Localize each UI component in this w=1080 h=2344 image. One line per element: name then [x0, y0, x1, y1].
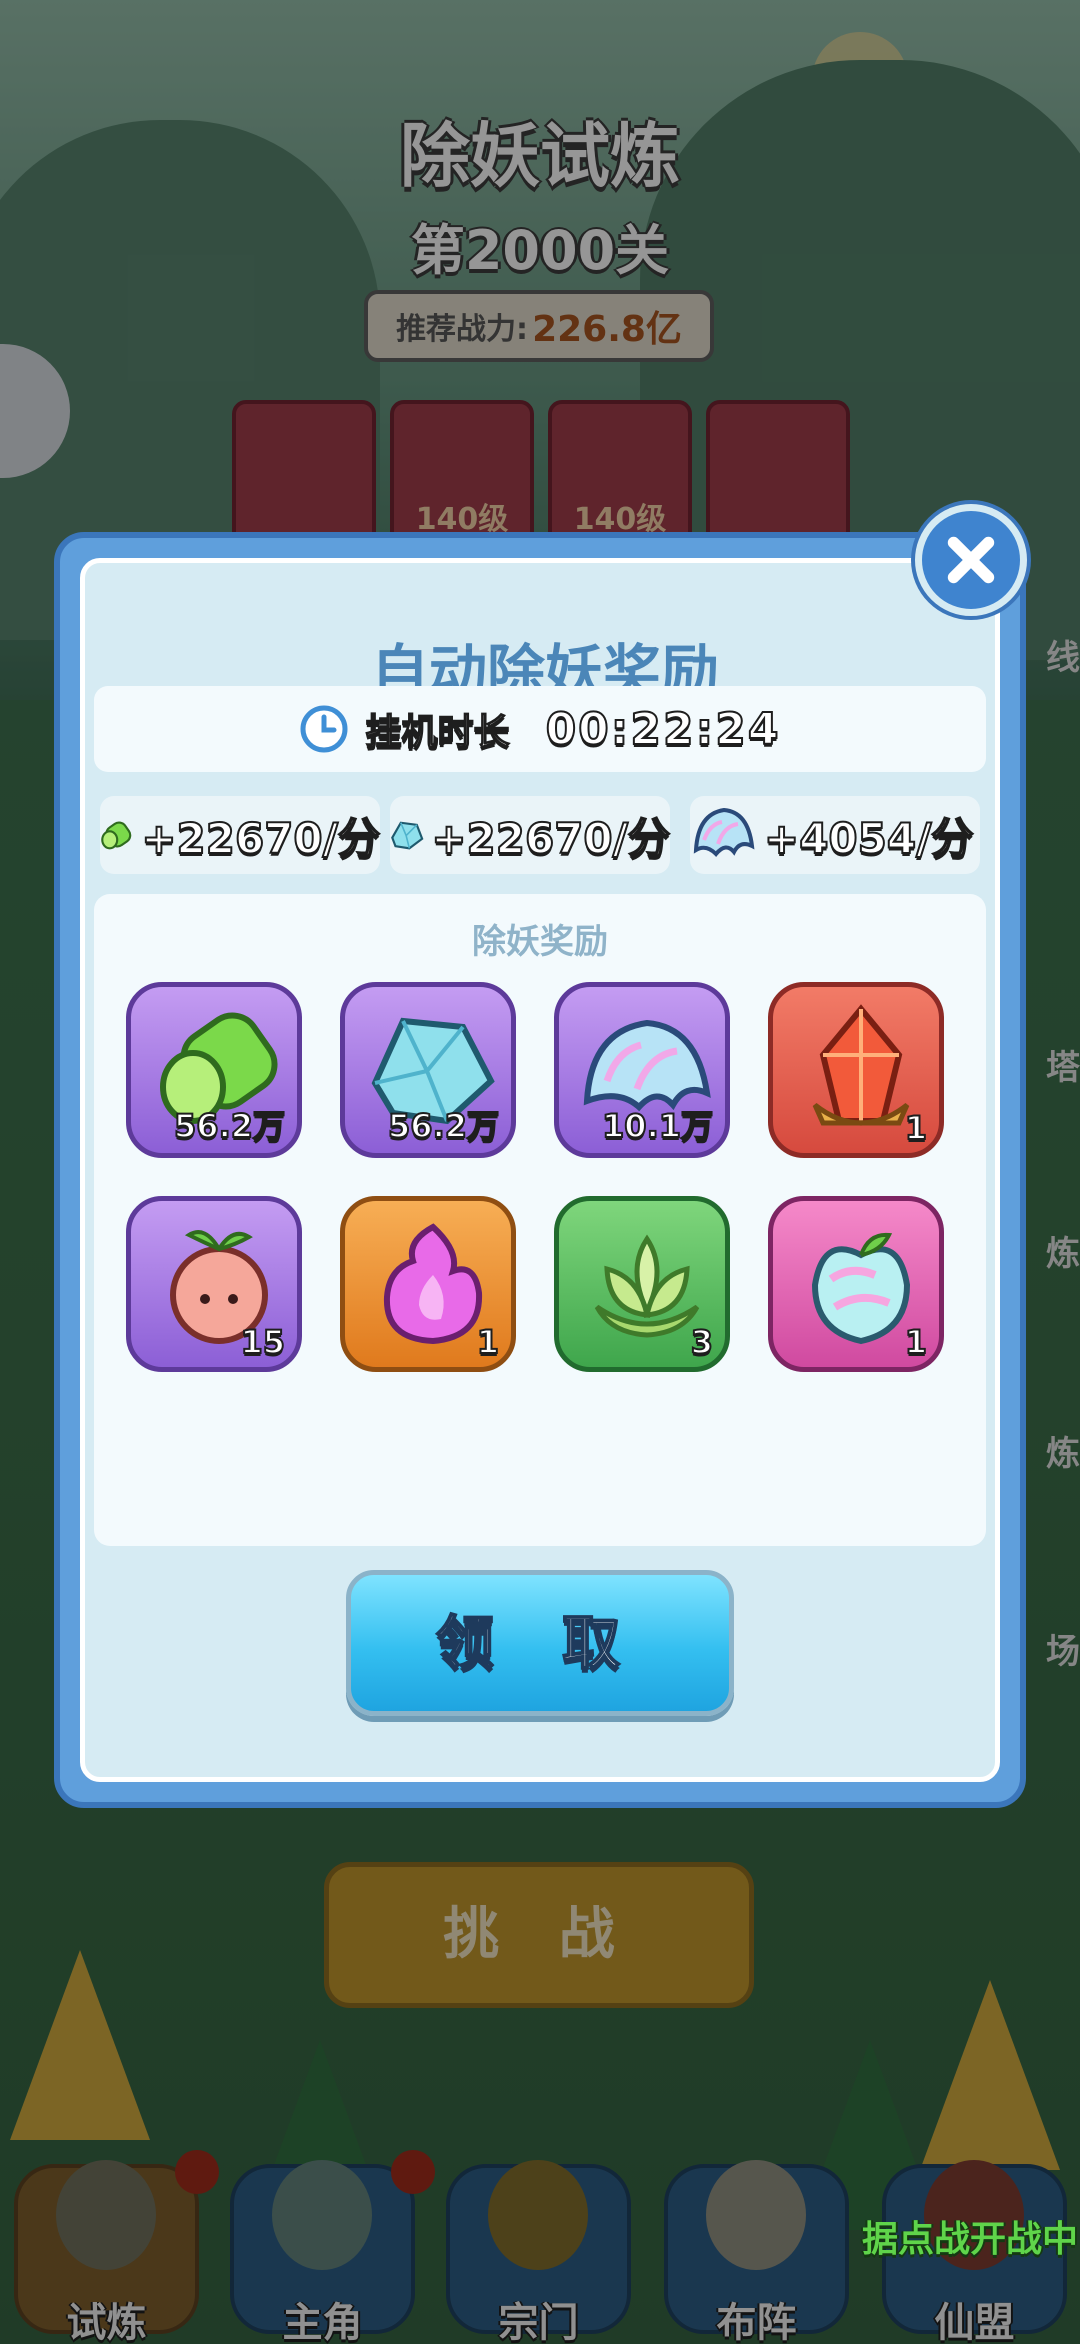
- claim-button[interactable]: 领 取: [346, 1570, 734, 1716]
- blue-crystal-icon: [391, 821, 424, 850]
- rate-item: +22670/分: [390, 796, 671, 874]
- reward-count: 10.1万: [601, 1106, 714, 1146]
- rewards-title: 除妖奖励: [472, 922, 608, 962]
- rewards-panel: 除妖奖励 56.2万 56.2万 10.1万 1 15 1 3 1: [94, 894, 986, 1546]
- reward-count: 1: [904, 1108, 928, 1148]
- reward-count: 15: [239, 1322, 286, 1362]
- reward-item[interactable]: 1: [768, 982, 944, 1158]
- reward-item[interactable]: 56.2万: [126, 982, 302, 1158]
- reward-count: 56.2万: [173, 1106, 286, 1146]
- idle-time-value: 00:22:24: [545, 703, 781, 756]
- reward-item[interactable]: 15: [126, 1196, 302, 1372]
- reward-count: 56.2万: [387, 1106, 500, 1146]
- rainbow-scale-icon: [693, 807, 755, 857]
- reward-item[interactable]: 1: [768, 1196, 944, 1372]
- reward-count: 1: [904, 1322, 928, 1362]
- reward-count: 1: [476, 1322, 500, 1362]
- clock-icon: [300, 705, 348, 753]
- reward-item[interactable]: 56.2万: [340, 982, 516, 1158]
- stronghold-war-banner: 据点战开战中: [862, 2219, 1079, 2260]
- idle-time-label: 挂机时长: [365, 711, 511, 754]
- rate-text: +22670/分: [140, 813, 381, 864]
- rate-text: +22670/分: [430, 813, 671, 864]
- close-button[interactable]: [915, 504, 1027, 616]
- rate-item: +22670/分: [100, 796, 381, 874]
- close-icon: [947, 536, 995, 584]
- rate-text: +4054/分: [763, 813, 974, 864]
- reward-item[interactable]: 3: [554, 1196, 730, 1372]
- reward-item[interactable]: 1: [340, 1196, 516, 1372]
- income-rates: +22670/分 +22670/分 +4054/分: [100, 796, 980, 874]
- idle-time-bar: 挂机时长 00:22:24: [94, 686, 986, 772]
- reward-count: 3: [690, 1322, 714, 1362]
- rate-item: +4054/分: [690, 796, 980, 874]
- reward-item[interactable]: 10.1万: [554, 982, 730, 1158]
- green-bamboo-icon: [101, 821, 132, 850]
